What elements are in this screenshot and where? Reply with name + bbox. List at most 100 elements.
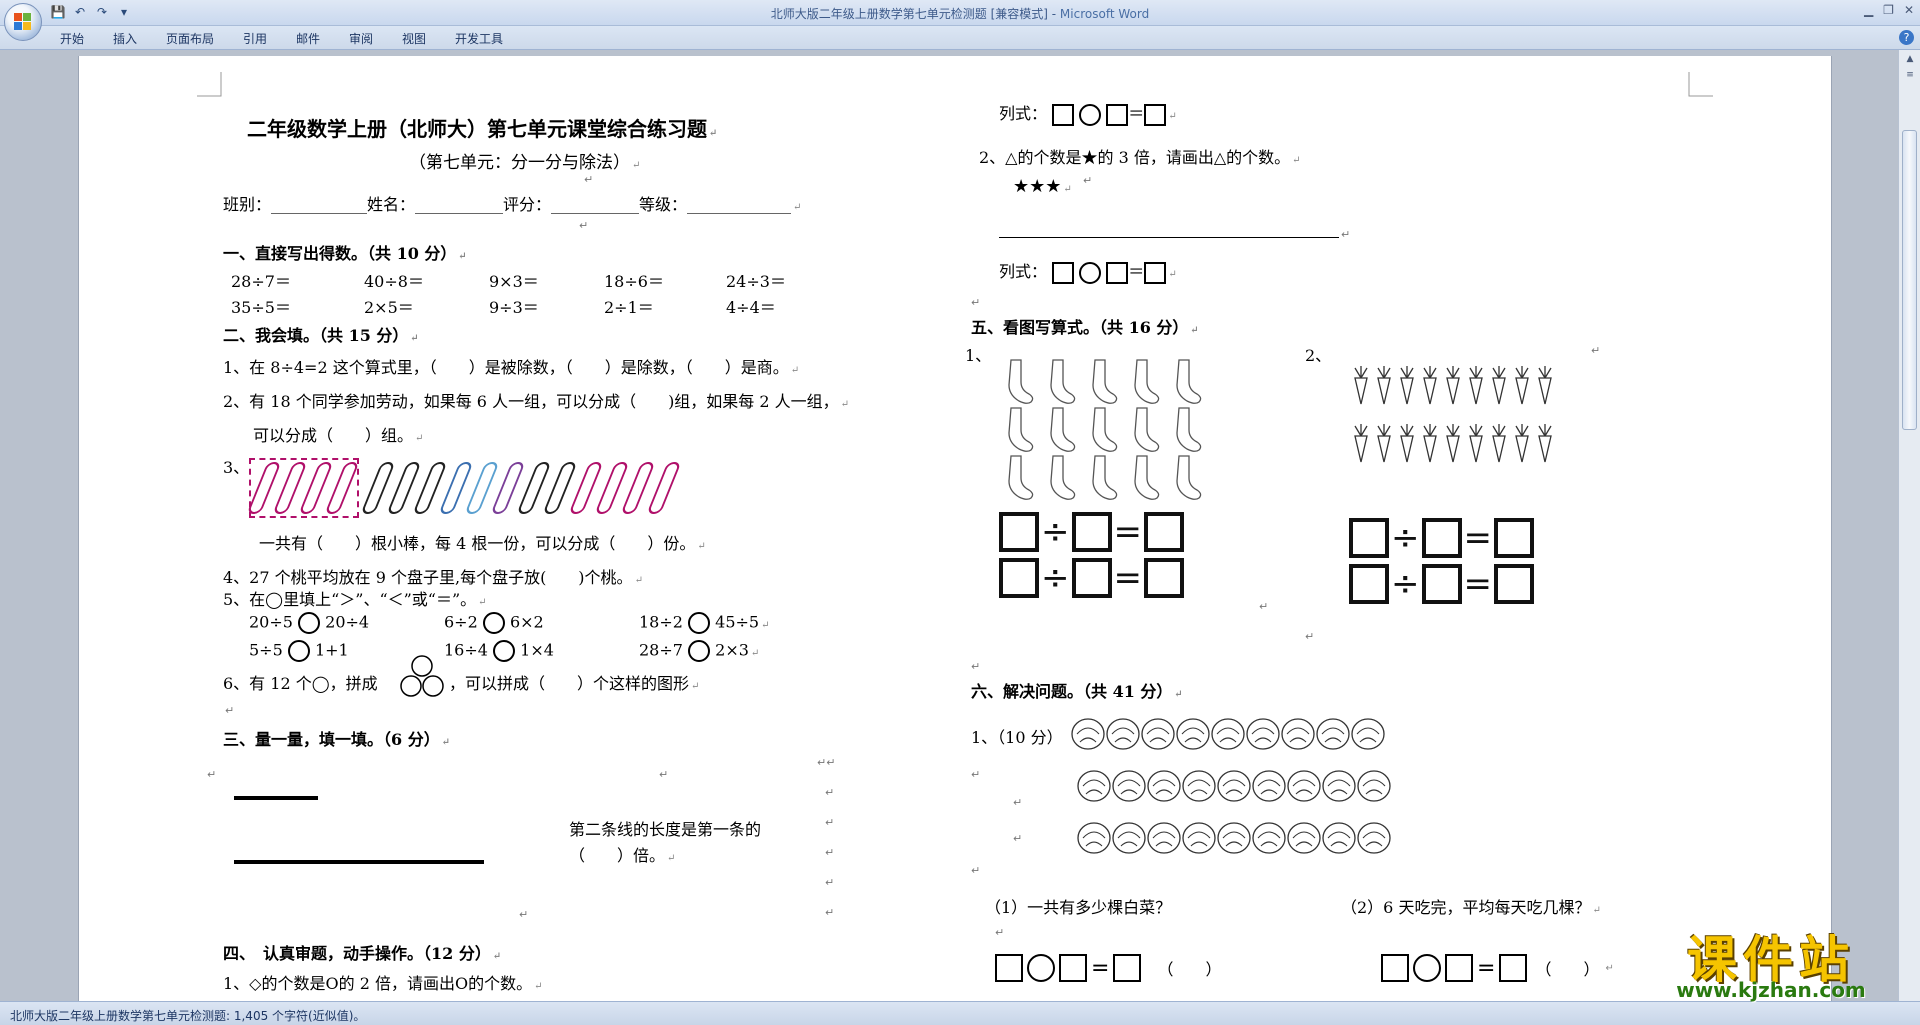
tab-review[interactable]: 审阅: [349, 30, 373, 47]
cabbage-icon: [1287, 770, 1321, 802]
sock-icon: [1176, 455, 1202, 500]
window-title: 北师大版二年级上册数学第七单元检测题 [兼容模式] - Microsoft Wo…: [0, 5, 1920, 22]
carrot-leaves-icon: [1515, 366, 1529, 380]
s1-item: 18÷6＝: [604, 272, 664, 291]
carrot-icon: [1538, 377, 1552, 405]
s4-q2: 2、△的个数是★的 3 倍，请画出△的个数。 ↵: [979, 148, 1301, 167]
carrot-leaves-icon: [1423, 424, 1437, 438]
line-short: [234, 796, 318, 800]
s1-item: 35÷5＝: [231, 298, 291, 317]
tab-developer[interactable]: 开发工具: [455, 30, 503, 47]
status-bar: 北师大版二年级上册数学第七单元检测题: 1,405 个字符(近似值)。: [0, 1001, 1920, 1025]
carrots-equation-2: ÷ =: [1349, 564, 1534, 604]
carrot-icon: [1354, 377, 1368, 405]
section-5-heading: 五、看图写算式。（共 16 分） ↵: [971, 318, 1199, 337]
carrot-icon: [1538, 435, 1552, 463]
close-icon[interactable]: ✕: [1904, 3, 1914, 17]
tab-insert[interactable]: 插入: [113, 30, 137, 47]
watermark-brand: 课件站: [1687, 931, 1855, 989]
cabbage-icon: [1211, 718, 1245, 750]
s2-q3: 一共有（ ）根小棒，每 4 根一份，可以分成（ ）份。 ↵: [259, 534, 706, 553]
tab-page-layout[interactable]: 页面布局: [166, 30, 214, 47]
minimize-icon[interactable]: ▁: [1864, 3, 1873, 17]
ruler-icon[interactable]: ≡: [1903, 68, 1917, 82]
cabbage-icon: [1322, 770, 1356, 802]
s3-text-2: （ ）倍。 ↵: [569, 846, 676, 865]
paragraph-mark: ↵: [225, 704, 235, 717]
carrot-leaves-icon: [1423, 366, 1437, 380]
paragraph-mark: ↵: [971, 864, 981, 877]
carrot-leaves-icon: [1538, 424, 1552, 438]
cabbage-icon: [1077, 822, 1111, 854]
paragraph-mark: ↵: [971, 768, 981, 781]
carrot-icon: [1492, 435, 1506, 463]
paragraph-mark: ↵: [995, 926, 1005, 939]
paragraph-mark: ↵: [825, 846, 835, 859]
cabbage-icon: [1112, 770, 1146, 802]
tab-home[interactable]: 开始: [60, 30, 84, 47]
paragraph-mark: ↵: [825, 906, 835, 919]
help-icon[interactable]: ?: [1899, 30, 1914, 45]
s5-num-1: 1、: [965, 346, 992, 365]
paragraph-mark: ↵: [825, 816, 835, 829]
carrot-icon: [1446, 435, 1460, 463]
cabbage-icon: [1246, 718, 1280, 750]
vertical-scrollbar[interactable]: ▲ ≡: [1898, 50, 1920, 1001]
status-text: 北师大版二年级上册数学第七单元检测题: 1,405 个字符(近似值)。: [10, 1009, 366, 1023]
tab-view[interactable]: 视图: [402, 30, 426, 47]
carrots-picture: [1354, 366, 1552, 463]
section-6-heading: 六、解决问题。（共 41 分） ↵: [971, 682, 1183, 701]
carrot-leaves-icon: [1400, 424, 1414, 438]
sock-icon: [1092, 359, 1118, 404]
document-title: 北师大版二年级上册数学第七单元检测题 [兼容模式] -: [770, 7, 1060, 21]
carrot-leaves-icon: [1492, 366, 1506, 380]
restore-icon[interactable]: ❐: [1883, 3, 1894, 17]
s2-q5-row1: 18÷2 45÷5 ↵: [639, 612, 769, 634]
carrot-leaves-icon: [1515, 424, 1529, 438]
tab-mailings[interactable]: 邮件: [296, 30, 320, 47]
scroll-up-icon[interactable]: ▲: [1903, 52, 1917, 66]
carrot-icon: [1377, 435, 1391, 463]
cabbage-icon: [1176, 718, 1210, 750]
sock-icon: [1176, 407, 1202, 452]
carrot-leaves-icon: [1377, 366, 1391, 380]
three-circles-icon: [400, 655, 444, 697]
cabbage-icon: [1287, 822, 1321, 854]
s2-q1: 1、在 8÷4=2 这个算式里，（ ）是被除数，（ ）是除数，（ ）是商。 ↵: [223, 358, 800, 377]
sock-icon: [1008, 455, 1034, 500]
sock-icon: [1008, 407, 1034, 452]
office-button[interactable]: [4, 3, 42, 41]
sticks-picture: [246, 458, 759, 520]
doc-subtitle: （第七单元：分一分与除法） ↵: [409, 153, 641, 173]
carrot-leaves-icon: [1354, 424, 1368, 438]
s6-sub-1: （1）一共有多少棵白菜？: [985, 898, 1172, 917]
stars: ★★★ ↵: [1013, 176, 1072, 197]
sock-icon: [1092, 407, 1118, 452]
carrot-icon: [1492, 377, 1506, 405]
carrots-equation-1: ÷ =: [1349, 518, 1534, 558]
s1-item: 28÷7＝: [231, 272, 291, 291]
cabbage-icon: [1182, 822, 1216, 854]
sock-icon: [1134, 359, 1160, 404]
s6-sub-2: （2）6 天吃完，平均每天吃几棵？ ↵: [1341, 898, 1601, 917]
cabbage-icon: [1141, 718, 1175, 750]
carrot-leaves-icon: [1446, 424, 1460, 438]
paragraph-mark: ↵: [1013, 796, 1023, 809]
carrot-leaves-icon: [1400, 366, 1414, 380]
tab-references[interactable]: 引用: [243, 30, 267, 47]
cabbage-icon: [1147, 770, 1181, 802]
answer-line: [999, 237, 1339, 238]
cabbage-icon: [1316, 718, 1350, 750]
s6-equation-2: = （ ） ↵: [1381, 954, 1614, 982]
paragraph-mark: ↵: [971, 296, 981, 309]
scroll-thumb[interactable]: [1902, 130, 1917, 430]
site-watermark: 课件站 www.kjzhan.com: [1640, 920, 1902, 1006]
s6-q1: 1、（10 分）: [971, 728, 1063, 747]
s2-q5-row1: 20÷5 20÷4: [249, 612, 369, 634]
cabbage-icon: [1112, 822, 1146, 854]
section-2-heading: 二、我会填。（共 15 分） ↵: [223, 326, 419, 345]
s3-text-1: 第二条线的长度是第一条的: [569, 820, 762, 839]
document-page[interactable]: 二年级数学上册（北师大）第七单元课堂综合练习题 ↵ （第七单元：分一分与除法） ↵ …: [78, 56, 1832, 1001]
s4-q1: 1、◇的个数是O的 2 倍，请画出O的个数。 ↵: [223, 974, 543, 993]
carrot-leaves-icon: [1377, 424, 1391, 438]
